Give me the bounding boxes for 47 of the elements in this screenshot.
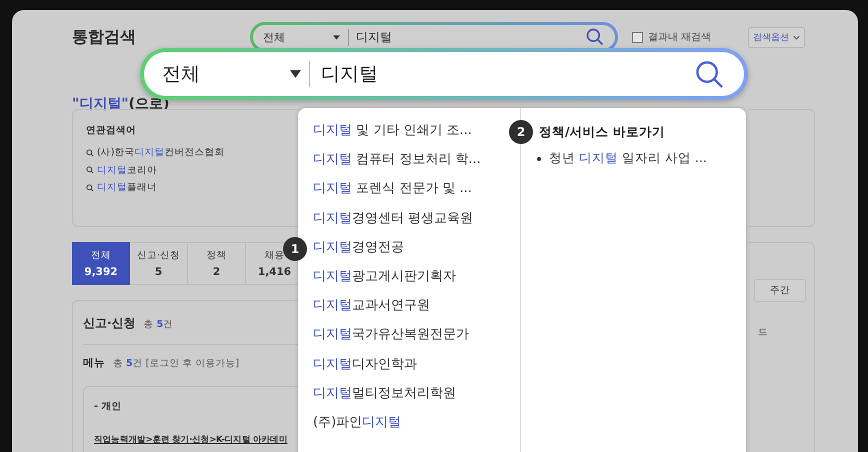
category-tab[interactable]: 신고·신청 5 xyxy=(130,242,188,285)
suggestion-item[interactable]: 디지털 포렌식 전문가 및 ... xyxy=(313,179,472,209)
shortcut-link[interactable]: 청년 디지털 일자리 사업 ... xyxy=(549,150,707,167)
search-icon[interactable] xyxy=(695,60,724,88)
related-link[interactable]: 디지털 코리아 xyxy=(97,164,157,177)
scope-select[interactable]: 전체 xyxy=(144,61,290,87)
chevron-icon xyxy=(793,34,800,40)
suggestion-item[interactable]: 디지털교과서연구원 xyxy=(313,296,430,326)
side-text: 드 xyxy=(758,326,769,339)
suggestion-item[interactable]: (주)파인디지털 xyxy=(313,412,402,442)
refine-checkbox[interactable] xyxy=(632,32,643,42)
suggestion-item[interactable]: 디지털국가유산복원전문가 xyxy=(313,325,469,354)
category-tab[interactable]: 정책 2 xyxy=(188,242,246,285)
related-title: 연관검색어 xyxy=(86,124,136,137)
search-icon xyxy=(86,184,94,192)
suggestion-item[interactable]: 디지털 컴퓨터 정보처리 학... xyxy=(313,150,481,180)
group-label: - 개인 xyxy=(94,400,122,413)
related-link[interactable]: (사)한국디지털 컨버전스협회 xyxy=(97,146,224,160)
bullet-icon xyxy=(537,156,541,160)
caret-icon xyxy=(333,34,340,40)
menu-link[interactable]: 직업능력개발>훈련 찾기·신청>K-디지털 아카데미 xyxy=(94,435,288,445)
search-query: 디지털 xyxy=(309,61,695,87)
category-tab[interactable]: 전체 9,392 xyxy=(72,242,130,285)
search-icon xyxy=(86,148,94,157)
menu-count: 총 5건 [로그인 후 이용가능] xyxy=(113,357,240,370)
section-count: 총 5건 xyxy=(144,318,174,331)
suggestion-item[interactable]: 디지털디자인학과 xyxy=(313,354,417,384)
section-title: 신고·신청 xyxy=(83,315,136,332)
shortcut-title: 정책/서비스 바로가기 xyxy=(539,124,665,140)
page-title: 통합검색 xyxy=(72,26,137,48)
suggestion-item[interactable]: 디지털광고게시판기획자 xyxy=(313,266,456,296)
suggestion-item[interactable]: 디지털 멀티정보처리학원 xyxy=(313,384,456,413)
scope-select[interactable]: 전체 xyxy=(253,30,333,44)
suggestion-item[interactable]: 디지털경영전공 xyxy=(313,238,404,267)
suggestion-item[interactable]: 디지털경영센터 평생교육원 xyxy=(313,208,474,238)
search-icon xyxy=(86,166,94,174)
search-icon[interactable] xyxy=(585,27,605,47)
step-badge: 1 xyxy=(283,237,307,261)
caret-icon xyxy=(290,70,301,78)
suggestion-item[interactable]: 디지털 및 기타 인쇄기 조... xyxy=(313,121,472,150)
step-badge: 2 xyxy=(509,120,533,144)
search-options-button[interactable]: 검색옵션 xyxy=(748,26,806,48)
related-link[interactable]: 디지털 플래너 xyxy=(97,181,157,194)
search-query: 디지털 xyxy=(348,28,585,46)
menu-title: 메뉴 xyxy=(83,356,105,370)
refine-label: 결과내 재검색 xyxy=(648,31,712,44)
period-button[interactable]: 주간 xyxy=(754,279,806,302)
